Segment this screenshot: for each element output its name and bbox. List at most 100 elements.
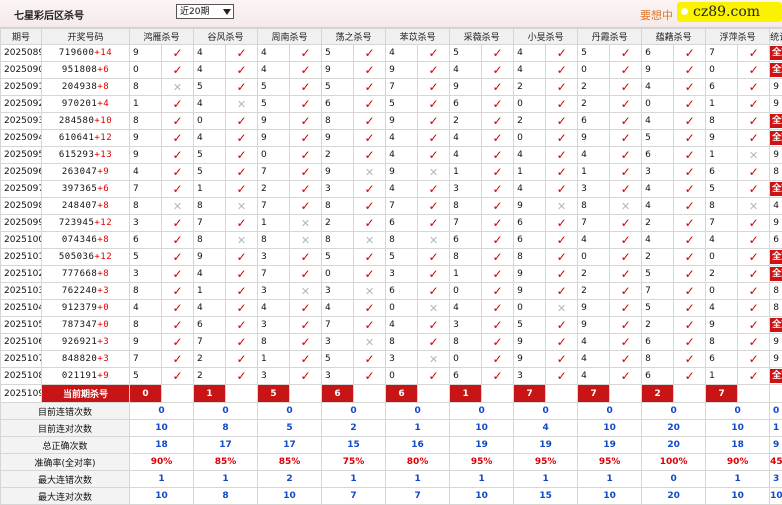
hit-mark-icon: ✓ (674, 164, 706, 181)
header-method-4[interactable]: 荡之杀号 (322, 29, 386, 45)
kill-number-cell: 9 (578, 317, 610, 334)
table-row: 2025094610641+129✓4✓9✓9✓4✓4✓0✓9✓5✓9✓全对 (1, 130, 782, 147)
draw-main: 848820 (62, 354, 98, 364)
summary-value: 10 (450, 420, 514, 437)
draw-main: 248407 (62, 201, 98, 211)
draw-main: 912379 (62, 303, 98, 313)
kill-number-cell: 1 (194, 181, 226, 198)
hit-mark-icon: ✓ (738, 317, 770, 334)
kill-number-cell: 2 (578, 79, 610, 96)
current-period: 2025109 (1, 385, 42, 403)
kill-number-cell: 8 (322, 113, 354, 130)
hit-mark-icon: ✓ (610, 215, 642, 232)
hit-mark-icon: ✓ (674, 232, 706, 249)
kill-number-cell: 3 (578, 181, 610, 198)
stat-cell: 全对 (770, 249, 782, 266)
hit-mark-icon: ✓ (418, 130, 450, 147)
summary-value: 90% (706, 454, 770, 471)
kill-number-cell: 2 (642, 215, 674, 232)
hit-mark-icon: ✓ (354, 317, 386, 334)
header-method-3[interactable]: 周南杀号 (258, 29, 322, 45)
kill-number-cell: 4 (578, 368, 610, 385)
kill-number-cell: 6 (642, 368, 674, 385)
kill-number-cell: 4 (386, 130, 418, 147)
draw-back: +3 (97, 354, 109, 364)
kill-number-cell: 2 (578, 283, 610, 300)
hit-mark-icon: ✓ (226, 62, 258, 79)
kill-number-cell: 9 (258, 113, 290, 130)
summary-value: 5 (258, 420, 322, 437)
draw-cell: 848820+3 (42, 351, 130, 368)
kill-number-cell: 1 (514, 164, 546, 181)
draw-main: 284580 (59, 116, 95, 126)
header-method-6[interactable]: 采薇杀号 (450, 29, 514, 45)
kill-number-cell: 8 (130, 113, 162, 130)
summary-stat: 10 (770, 488, 782, 505)
kill-number-cell: 9 (258, 130, 290, 147)
hit-mark-icon: ✓ (226, 249, 258, 266)
period-cell: 2025103 (1, 283, 42, 300)
kill-number-cell: 8 (258, 232, 290, 249)
hit-mark-icon: ✓ (418, 283, 450, 300)
kill-number-cell: 7 (386, 198, 418, 215)
kill-number-cell: 8 (194, 232, 226, 249)
period-cell: 2025089 (1, 45, 42, 62)
header-method-7[interactable]: 小旻杀号 (514, 29, 578, 45)
kill-number-cell: 1 (450, 164, 482, 181)
kill-number-cell: 3 (514, 368, 546, 385)
hit-mark-icon: ✓ (674, 215, 706, 232)
kill-number-cell: 7 (578, 215, 610, 232)
draw-cell: 615293+13 (42, 147, 130, 164)
hit-mark-icon: ✓ (610, 164, 642, 181)
summary-value: 0 (322, 403, 386, 420)
all-right-badge: 全对 (770, 369, 782, 383)
miss-mark-icon: ✕ (354, 232, 386, 249)
all-right-badge: 全对 (770, 267, 782, 281)
stat-cell: 全对 (770, 130, 782, 147)
draw-main: 505036 (59, 252, 95, 262)
promo-text[interactable]: 要想中 (640, 7, 673, 23)
hit-mark-icon: ✓ (418, 113, 450, 130)
all-right-badge: 全对 (770, 114, 782, 128)
kill-number-cell: 8 (386, 334, 418, 351)
header-method-9[interactable]: 蕴藉杀号 (642, 29, 706, 45)
table-row: 2025098248407+88✕8✕7✓8✓7✓8✓9✕8✕4✓8✕4 (1, 198, 782, 215)
hit-mark-icon: ✓ (482, 147, 514, 164)
hit-mark-icon: ✓ (162, 232, 194, 249)
hit-mark-icon: ✓ (226, 334, 258, 351)
hit-mark-icon: ✓ (354, 147, 386, 164)
miss-mark-icon: ✕ (418, 351, 450, 368)
table-row: 2025097397365+67✓1✓2✓3✓4✓3✓4✓3✓4✓5✓全对 (1, 181, 782, 198)
hit-mark-icon: ✓ (162, 317, 194, 334)
hit-mark-icon: ✓ (226, 317, 258, 334)
hit-mark-icon: ✓ (482, 266, 514, 283)
hit-mark-icon: ✓ (546, 130, 578, 147)
period-cell: 2025099 (1, 215, 42, 232)
hit-mark-icon: ✓ (226, 351, 258, 368)
site-logo[interactable]: cz89.com (677, 2, 782, 22)
header-method-10[interactable]: 浮萍杀号 (706, 29, 770, 45)
hit-mark-icon: ✓ (610, 249, 642, 266)
kill-number-cell: 4 (514, 62, 546, 79)
kill-number-cell: 0 (450, 283, 482, 300)
kill-number-cell: 6 (450, 232, 482, 249)
hit-mark-icon: ✓ (738, 266, 770, 283)
miss-mark-icon: ✕ (290, 283, 322, 300)
hit-mark-icon: ✓ (482, 317, 514, 334)
kill-number-cell: 8 (130, 79, 162, 96)
summary-value: 8 (194, 488, 258, 505)
header-method-5[interactable]: 苯苡杀号 (386, 29, 450, 45)
period-range-select[interactable]: 近20期 (176, 4, 234, 19)
header-method-2[interactable]: 谷风杀号 (194, 29, 258, 45)
header-method-8[interactable]: 丹霞杀号 (578, 29, 642, 45)
hit-mark-icon: ✓ (418, 249, 450, 266)
period-range-value: 近20期 (180, 7, 209, 17)
hit-mark-icon: ✓ (162, 215, 194, 232)
kill-number-cell: 2 (514, 113, 546, 130)
summary-value: 1 (322, 471, 386, 488)
hit-mark-icon: ✓ (674, 130, 706, 147)
header-method-1[interactable]: 鸿雁杀号 (130, 29, 194, 45)
miss-mark-icon: ✕ (738, 147, 770, 164)
draw-main: 723945 (59, 218, 95, 228)
kill-number-cell: 3 (386, 351, 418, 368)
